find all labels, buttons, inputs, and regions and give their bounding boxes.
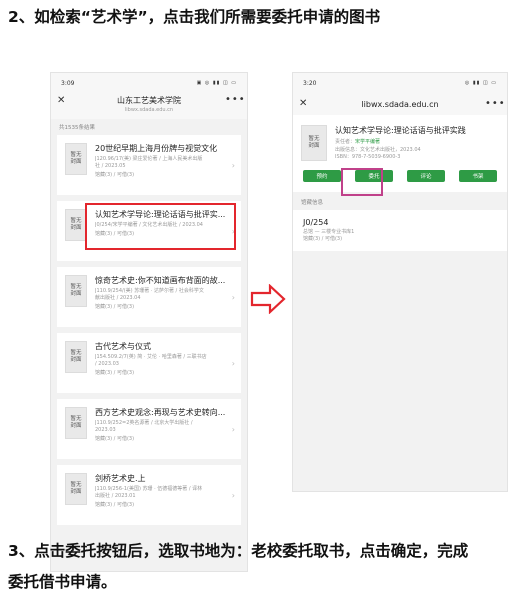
book-status: 馆藏(3) / 可借(3) [95,303,135,310]
book-detail-screen: 3:20 ◎ ▮▮ ◫ ▭ ✕ libwx.sdada.edu.cn ••• 暂… [292,72,508,492]
book-cover-placeholder: 暂无 封面 [65,407,87,439]
book-list: 暂无 封面 20世纪早期上海月份牌与视觉文化 J120.96/17(美) 梁庄爱伦… [51,135,247,525]
holdings-label: 馆藏信息 [301,199,324,206]
bookshelf-button[interactable]: 书架 [459,169,497,182]
book-title: 惊奇艺术史:你不知道画布背面的故... [95,276,226,285]
book-cover-placeholder: 暂无 封面 [65,143,87,175]
book-cover-placeholder: 暂无 封面 [65,341,87,373]
chevron-right-icon: › [231,491,235,500]
book-cover-placeholder: 暂无 封面 [65,473,87,505]
more-icon[interactable]: ••• [225,95,245,105]
step-3-instruction-line1: 3、点击委托按钮后，选取书地为：老校委托取书，点击确定，完成 [8,542,469,560]
browser-titlebar: ✕ 山东工艺美术学院 libwx.sdada.edu.cn ••• [51,93,247,119]
comment-button[interactable]: 评论 [407,169,445,182]
book-cover-placeholder: 暂无 封面 [65,209,87,241]
status-icons: ▣ ◎ ▮▮ ◫ ▭ [196,80,237,86]
book-status: 馆藏(3) / 可借(3) [95,501,135,508]
book-detail-card: 暂无 封面 认知艺术学导论:理论话语与批评实践 责任者：宋学平编著 出版信息：文化… [293,115,507,170]
browser-titlebar: ✕ libwx.sdada.edu.cn ••• [293,93,507,115]
selected-book-highlight [85,203,236,250]
book-meta: J110.9/254/(美) 苏珊著 · 达萨尔著 / 社会科学文 献出版社 / … [95,288,204,301]
holding-item: J0/254 总馆 — 三楼专业书库1 馆藏(3) / 可借(3) [293,209,507,251]
chevron-right-icon: › [231,359,235,368]
book-title: 20世纪早期上海月份牌与视觉文化 [95,144,218,153]
book-publisher: 出版信息：文化艺术出版社，2023.04 [335,146,421,153]
book-card[interactable]: 暂无 封面 西方艺术史观念:再现与艺术史转向... J110.9/252=2英名源… [57,399,241,459]
chevron-right-icon: › [231,293,235,302]
page-url: libwx.sdada.edu.cn [124,107,174,113]
book-card[interactable]: 暂无 封面 剑桥艺术史.上 J110.9/256-1(美国) 苏珊 · 伍德福德等… [57,465,241,525]
close-icon[interactable]: ✕ [57,95,73,107]
holding-location: 总馆 — 三楼专业书库1 [303,228,355,235]
result-count: 共1535条结果 [59,125,95,131]
book-card[interactable]: 暂无 封面 20世纪早期上海月份牌与视觉文化 J120.96/17(美) 梁庄爱伦… [57,135,241,195]
book-author: 责任者：宋学平编著 [335,139,381,145]
step-3-instruction-line2: 委托借书申请。 [8,573,117,591]
search-results-screen: 3:09 ▣ ◎ ▮▮ ◫ ▭ ✕ 山东工艺美术学院 libwx.sdada.e… [50,72,248,572]
action-buttons: 预约 委托 评论 书架 [293,169,507,192]
reserve-button[interactable]: 预约 [303,169,341,182]
book-title: 认知艺术学导论:理论话语与批评实践 [335,126,466,135]
book-card[interactable]: 暂无 封面 古代艺术与仪式 J154.509.2/7(英) 简 · 艾伦 · 哈里… [57,333,241,393]
book-title: 剑桥艺术史.上 [95,474,146,483]
book-meta: J154.509.2/7(英) 简 · 艾伦 · 哈里森著 / 三联书店/ 20… [95,354,207,367]
delegate-button-highlight [341,168,383,196]
status-time: 3:20 [303,79,317,87]
book-status: 馆藏(3) / 可借(3) [95,369,135,376]
close-icon[interactable]: ✕ [299,98,315,110]
status-bar: 3:20 ◎ ▮▮ ◫ ▭ [293,73,507,93]
book-cover-placeholder: 暂无 封面 [301,125,327,161]
step-2-instruction: 2、如检索“艺术学”，点击我们所需要委托申请的图书 [8,8,381,26]
book-cover-placeholder: 暂无 封面 [65,275,87,307]
book-title: 西方艺术史观念:再现与艺术史转向... [95,408,226,417]
status-bar: 3:09 ▣ ◎ ▮▮ ◫ ▭ [51,73,247,93]
status-icons: ◎ ▮▮ ◫ ▭ [464,80,497,86]
call-number: J0/254 [303,217,329,227]
page-url: libwx.sdada.edu.cn [361,99,439,109]
book-meta: J110.9/252=2英名源著 / 北京大学出版社 /2023.03 [95,420,193,433]
chevron-right-icon: › [231,425,235,434]
page-title: 山东工艺美术学院 [117,96,181,105]
book-status: 馆藏(3) / 可借(3) [95,171,135,178]
arrow-right-icon [250,284,286,314]
book-card[interactable]: 暂无 封面 惊奇艺术史:你不知道画布背面的故... J110.9/254/(美) … [57,267,241,327]
book-meta: J110.9/256-1(美国) 苏珊 · 伍德福德等著 / 译林 出版社 / 2… [95,486,203,499]
holding-status: 馆藏(3) / 可借(3) [303,235,343,242]
more-icon[interactable]: ••• [485,99,505,109]
book-meta: J120.96/17(美) 梁庄爱伦著 / 上海人民美术出版社 / 2023.0… [95,156,203,169]
book-title: 古代艺术与仪式 [95,342,151,351]
status-time: 3:09 [61,79,75,87]
book-isbn: ISBN：978-7-5039-6900-3 [335,154,401,160]
book-status: 馆藏(3) / 可借(3) [95,435,135,442]
chevron-right-icon: › [231,161,235,170]
